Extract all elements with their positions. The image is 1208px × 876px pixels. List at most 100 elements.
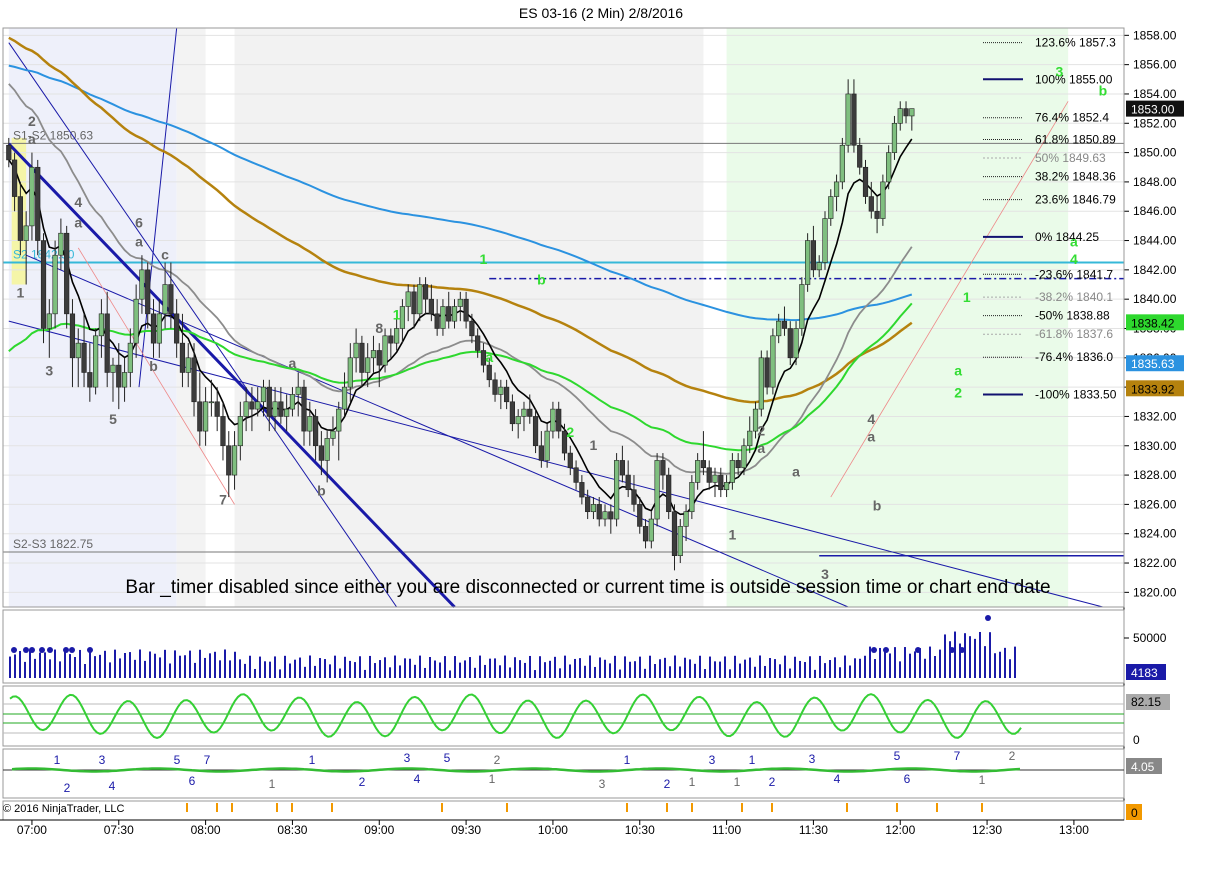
candle-body — [145, 269, 151, 315]
candle-body — [498, 386, 504, 395]
wave-label: a — [28, 131, 36, 147]
indicator-label: 3 — [809, 752, 816, 766]
candle-body — [93, 335, 99, 388]
x-tick-label: 08:30 — [277, 823, 307, 837]
candle-body — [17, 196, 23, 241]
event-marker — [331, 803, 333, 812]
candle-body — [712, 474, 718, 483]
wave-label: 4 — [74, 194, 82, 210]
x-tick-label: 11:30 — [799, 823, 828, 837]
candle-body — [150, 313, 157, 344]
candle-body — [781, 320, 788, 329]
wave-label: 1 — [480, 251, 488, 267]
wave-label: c — [161, 247, 169, 263]
candle-body — [203, 401, 209, 432]
y-tick-label: 1842.00 — [1133, 263, 1177, 277]
indicator-label: 1 — [309, 753, 316, 767]
candle-body — [284, 408, 290, 417]
candle-body — [168, 284, 174, 315]
candle-body — [776, 320, 782, 337]
indicator-label: 1 — [269, 777, 276, 791]
fib-label: -100% 1833.50 — [1035, 387, 1117, 401]
candle-body — [660, 460, 666, 476]
candle-body — [98, 313, 105, 337]
candle-body — [110, 364, 116, 373]
candle-body — [735, 460, 741, 469]
volume-dot — [29, 647, 35, 653]
candle-body — [399, 306, 406, 329]
candle-body — [579, 482, 585, 498]
candle-body — [695, 460, 701, 483]
candle-body — [121, 372, 128, 388]
event-marker — [691, 803, 693, 812]
candle-body — [810, 240, 817, 271]
event-marker — [741, 803, 743, 812]
candle-body — [619, 460, 625, 476]
fib-label: 23.6% 1846.79 — [1035, 193, 1116, 207]
indicator-label: 2 — [664, 777, 671, 791]
y-tick-label: 1820.00 — [1133, 585, 1177, 599]
candle-body — [341, 386, 348, 410]
candle-body — [301, 386, 307, 432]
volume-dot — [47, 647, 53, 653]
fib-label: 61.8% 1850.89 — [1035, 133, 1116, 147]
candle-body — [793, 328, 799, 359]
wave-label: a — [485, 349, 493, 365]
wave-label: 2 — [566, 424, 574, 440]
osc-tick-label: 0 — [1133, 733, 1140, 747]
wave-label: a — [757, 440, 765, 456]
fib-label: -50% 1838.88 — [1035, 309, 1110, 323]
candle-body — [816, 262, 822, 271]
candle-body — [133, 298, 139, 344]
wave-label: 2 — [954, 384, 962, 400]
candle-body — [504, 386, 510, 403]
candle-body — [197, 401, 203, 432]
candle-body — [845, 93, 851, 146]
volume-tag-text: 4183 — [1131, 666, 1158, 680]
event-marker — [936, 803, 938, 812]
volume-dot — [11, 647, 17, 653]
candle-body — [666, 474, 672, 513]
candle-body — [405, 291, 411, 307]
chart-canvas[interactable]: ES 03-16 (2 Min) 2/8/2016 S1-S2 1850.63 S… — [0, 0, 1208, 871]
wave-label: a — [954, 362, 962, 378]
candle-body — [347, 357, 353, 388]
y-tick-label: 1850.00 — [1133, 146, 1177, 160]
indicator-label: 7 — [954, 749, 961, 763]
volume-dot — [985, 615, 991, 621]
pivot-label: S1-S2 1850.63 — [13, 128, 93, 142]
y-tick-label: 1844.00 — [1133, 234, 1177, 248]
indicator-label: 6 — [189, 774, 196, 788]
candle-body — [567, 452, 573, 469]
candle-body — [909, 108, 915, 117]
candle-body — [590, 504, 597, 513]
wave-label: a — [135, 233, 143, 249]
candle-body — [770, 335, 776, 388]
candle-body — [29, 166, 35, 227]
candle-body — [255, 401, 261, 410]
candle-body — [359, 342, 365, 373]
candle-body — [318, 445, 324, 461]
fib-label: -23.6% 1841.7 — [1035, 267, 1113, 281]
wave-label: 7 — [219, 491, 227, 507]
wave-label: a — [867, 428, 875, 444]
volume-dot — [87, 647, 93, 653]
price-tag-text: 1838.42 — [1131, 316, 1175, 330]
candle-body — [608, 511, 614, 520]
indicator-label: 3 — [599, 777, 606, 791]
volume-dot — [959, 647, 965, 653]
wave-label: a — [1070, 233, 1078, 249]
candle-body — [631, 489, 637, 505]
candle-body — [260, 386, 267, 403]
candle-body — [394, 328, 400, 344]
indicator-label: 5 — [174, 753, 181, 767]
candle-body — [642, 526, 649, 542]
candle-body — [718, 474, 724, 491]
volume-dot — [915, 647, 921, 653]
time-axis[interactable]: 07:00 07:30 08:00 08:30 09:00 09:30 10:00 10:30… — [0, 819, 1124, 837]
candle-body — [787, 328, 793, 359]
candle-body — [307, 416, 313, 432]
wave-label: b — [149, 358, 158, 374]
x-tick-label: 12:30 — [972, 823, 1002, 837]
candle-body — [469, 320, 475, 337]
